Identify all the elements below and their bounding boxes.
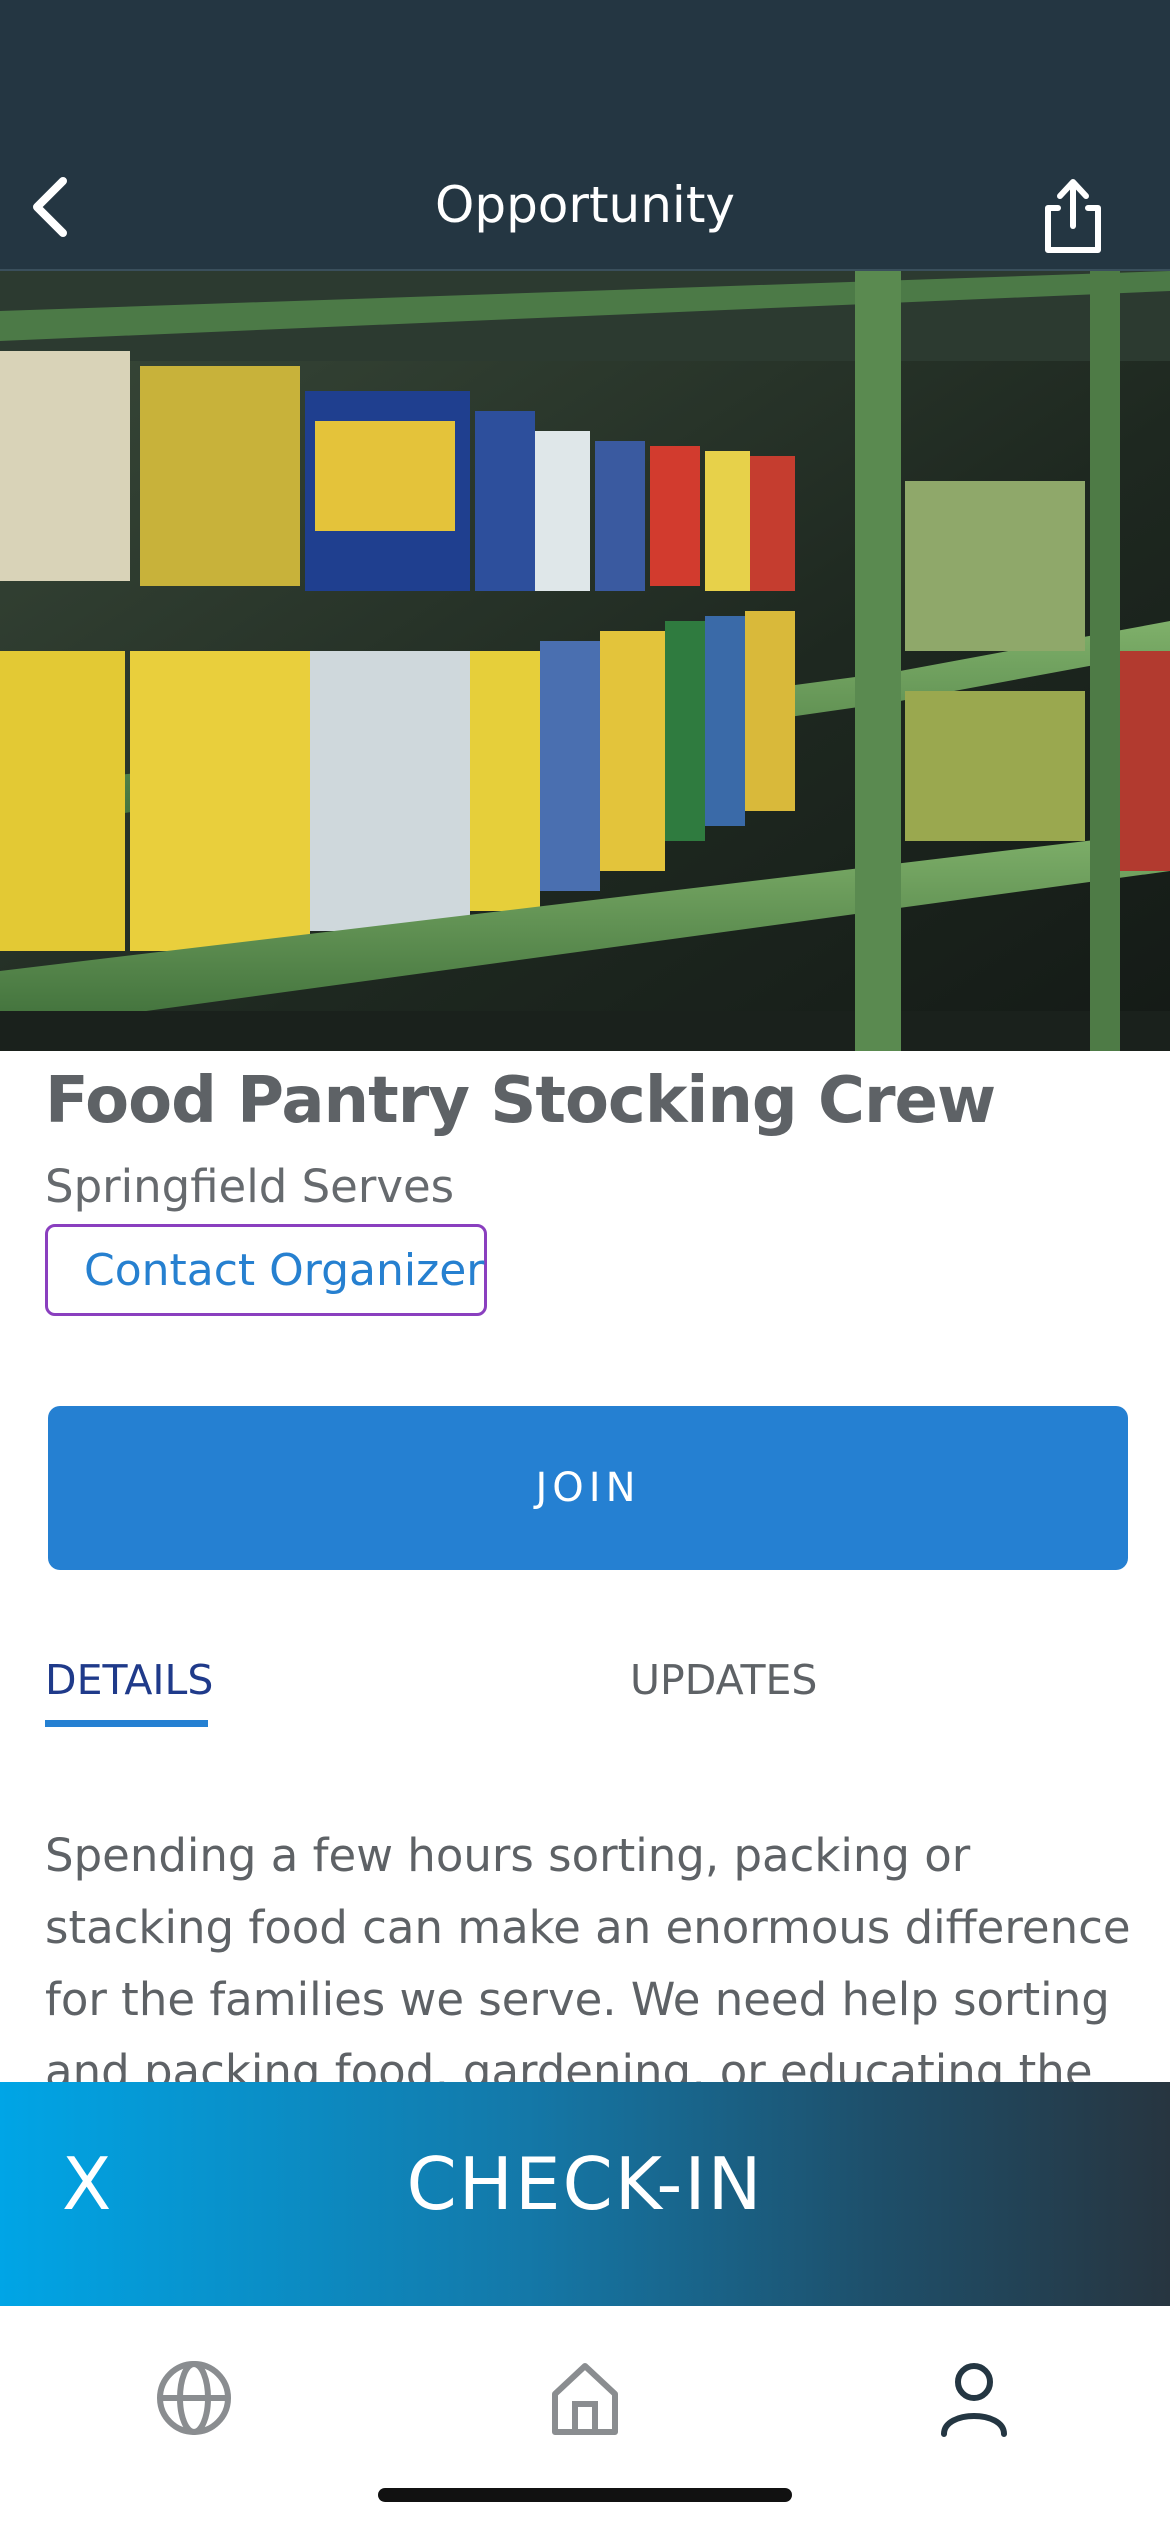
- opportunity-title: Food Pantry Stocking Crew: [45, 1064, 996, 1138]
- nav-profile[interactable]: [926, 2350, 1022, 2446]
- globe-icon: [157, 2361, 231, 2435]
- checkin-label[interactable]: CHECK-IN: [0, 2142, 1170, 2226]
- home-indicator: [378, 2488, 792, 2502]
- tab-updates[interactable]: UPDATES: [630, 1656, 817, 1704]
- share-icon: [1045, 179, 1101, 253]
- checkin-bar[interactable]: X CHECK-IN: [0, 2082, 1170, 2306]
- contact-organizer-label: Contact Organizer: [84, 1244, 485, 1296]
- home-icon: [552, 2363, 618, 2435]
- nav-home[interactable]: [537, 2350, 633, 2446]
- share-button[interactable]: [1036, 174, 1110, 256]
- profile-icon: [941, 2363, 1007, 2437]
- pantry-shelves-image: [0, 271, 1170, 1051]
- join-button[interactable]: JOIN: [48, 1406, 1128, 1570]
- organization-name: Springfield Serves: [45, 1160, 455, 1213]
- contact-organizer-button[interactable]: Contact Organizer: [45, 1224, 487, 1316]
- page-title: Opportunity: [434, 176, 736, 234]
- tab-details[interactable]: DETAILS: [45, 1656, 213, 1704]
- hero-image: [0, 271, 1170, 1051]
- opportunity-description: Spending a few hours sorting, packing or…: [45, 1829, 1131, 2082]
- nav-explore[interactable]: [146, 2350, 242, 2446]
- active-tab-indicator: [45, 1720, 208, 1727]
- top-navigation-bar: Opportunity: [0, 0, 1170, 271]
